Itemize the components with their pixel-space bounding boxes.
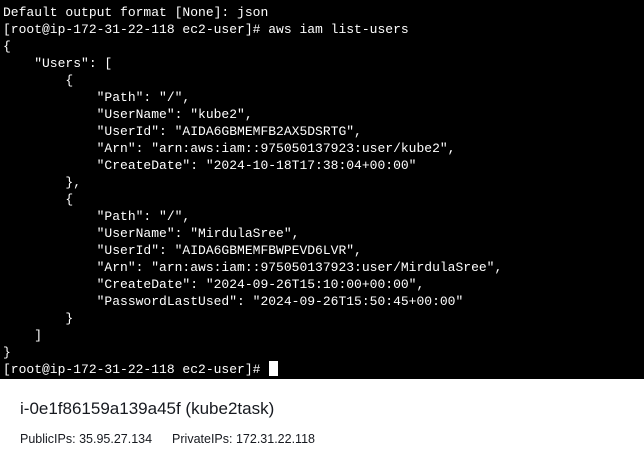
terminal-line: "UserId": "AIDA6GBMEMFBWPEVD6LVR", [3,243,362,258]
terminal-line: Default output format [None]: json [3,5,269,20]
terminal-output: Default output format [None]: json [root… [3,4,502,378]
shell-prompt: [root@ip-172-31-22-118 ec2-user]# [3,362,269,377]
terminal-line: }, [3,175,82,190]
instance-info-panel: i-0e1f86159a139a45f (kube2task) PublicIP… [0,379,644,470]
terminal-line: "Path": "/", [3,90,191,105]
instance-ip-line: PublicIPs: 35.95.27.134 PrivateIPs: 172.… [20,431,315,447]
private-ips-label: PrivateIPs: [172,432,233,446]
private-ips-value: 172.31.22.118 [235,432,315,446]
terminal-line: "Users": [ [3,56,113,71]
terminal-line: { [3,192,74,207]
public-ips-label: PublicIPs: [20,432,76,446]
terminal-prompt-line[interactable]: [root@ip-172-31-22-118 ec2-user]# [3,361,502,378]
instance-title: i-0e1f86159a139a45f (kube2task) [20,399,275,418]
terminal-line: { [3,73,74,88]
terminal-line: } [3,311,74,326]
terminal-line: "UserName": "MirdulaSree", [3,226,300,241]
terminal-line: { [3,39,11,54]
terminal-window[interactable]: Default output format [None]: json [root… [0,0,644,379]
terminal-line: [root@ip-172-31-22-118 ec2-user]# aws ia… [3,22,409,37]
terminal-line: } [3,345,11,360]
terminal-line: "UserId": "AIDA6GBMEMFB2AX5DSRTG", [3,124,362,139]
terminal-line: "CreateDate": "2024-10-18T17:38:04+00:00… [3,158,417,173]
public-ips-value: 35.95.27.134 [79,432,153,446]
terminal-line: "CreateDate": "2024-09-26T15:10:00+00:00… [3,277,425,292]
terminal-line: "PasswordLastUsed": "2024-09-26T15:50:45… [3,294,464,309]
terminal-line: "Arn": "arn:aws:iam::975050137923:user/M… [3,260,503,275]
terminal-cursor [269,361,279,376]
terminal-line: "Path": "/", [3,209,191,224]
terminal-line: ] [3,328,43,343]
terminal-line: "UserName": "kube2", [3,107,253,122]
terminal-line: "Arn": "arn:aws:iam::975050137923:user/k… [3,141,456,156]
